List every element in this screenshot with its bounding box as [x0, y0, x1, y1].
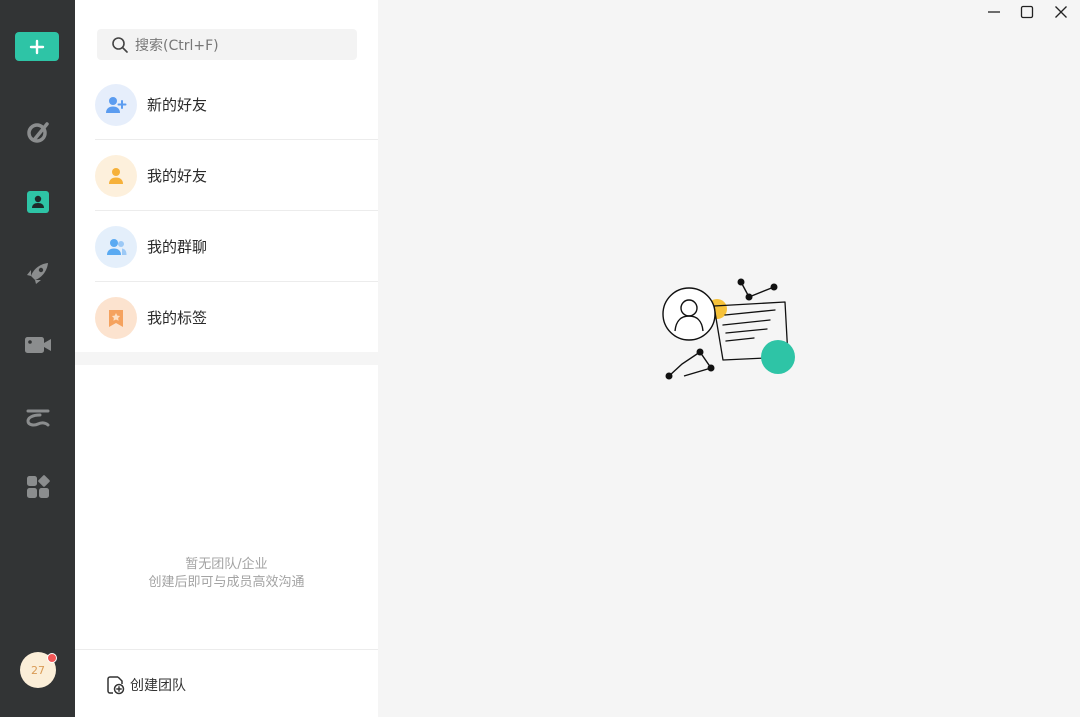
chat-icon — [27, 122, 49, 143]
nav-video[interactable] — [22, 329, 54, 361]
rocket-icon — [27, 263, 48, 284]
team-empty-subtitle: 创建后即可与成员高效沟通 — [148, 575, 305, 590]
close-button[interactable] — [1052, 3, 1070, 21]
search-box[interactable]: 搜索(Ctrl+F) — [97, 29, 357, 60]
avatar-text: 27 — [31, 663, 45, 677]
search-placeholder: 搜索(Ctrl+F) — [135, 37, 219, 54]
add-button[interactable] — [15, 32, 59, 61]
team-empty-title: 暂无团队/企业 — [185, 557, 268, 572]
app-sidebar: 27 — [0, 0, 75, 717]
cloud-icon — [26, 409, 50, 427]
user-icon — [109, 167, 123, 184]
my-tags-icon-bg — [95, 296, 137, 339]
maximize-button[interactable] — [1018, 3, 1036, 21]
new-friends-icon-bg — [95, 83, 137, 126]
create-team-label: 创建团队 — [130, 678, 186, 694]
contact-item-label: 我的标签 — [147, 309, 208, 327]
contact-item-new-friends[interactable]: 新的好友 — [75, 69, 378, 140]
contacts-panel: 搜索(Ctrl+F) 新的好友 我的好友 我的群聊 我的标签 暂无团队/企业 创… — [75, 0, 378, 717]
nav-rocket[interactable] — [22, 257, 54, 289]
contact-item-my-friends[interactable]: 我的好友 — [75, 140, 378, 211]
my-groups-icon-bg — [95, 225, 137, 268]
nav-cloud[interactable] — [22, 401, 54, 433]
bottom-divider — [75, 649, 378, 650]
search-icon — [112, 36, 128, 53]
nav-contacts[interactable] — [22, 186, 54, 218]
video-icon — [25, 337, 51, 353]
team-empty-state: 暂无团队/企业 创建后即可与成员高效沟通 — [75, 556, 378, 592]
contact-item-label: 新的好友 — [147, 96, 208, 114]
maximize-icon — [1020, 5, 1034, 19]
close-icon — [1055, 6, 1067, 18]
contacts-icon — [27, 191, 49, 213]
contact-item-label: 我的群聊 — [147, 238, 208, 256]
plus-icon — [29, 39, 45, 54]
contact-item-my-tags[interactable]: 我的标签 — [75, 282, 378, 353]
section-separator — [75, 352, 378, 365]
notification-dot — [47, 653, 57, 663]
nav-chat[interactable] — [22, 116, 54, 148]
contact-item-my-groups[interactable]: 我的群聊 — [75, 211, 378, 282]
minimize-icon — [988, 11, 1000, 13]
group-icon — [107, 238, 127, 255]
my-friends-icon-bg — [95, 154, 137, 197]
nav-apps[interactable] — [22, 471, 54, 503]
contacts-illustration — [662, 278, 795, 380]
bookmark-icon — [109, 309, 123, 327]
apps-icon — [27, 475, 50, 498]
create-team-button[interactable]: 创建团队 — [106, 674, 186, 696]
add-user-icon — [106, 96, 127, 113]
minimize-button[interactable] — [985, 3, 1003, 21]
create-team-icon — [107, 676, 125, 695]
contact-item-label: 我的好友 — [147, 167, 208, 185]
